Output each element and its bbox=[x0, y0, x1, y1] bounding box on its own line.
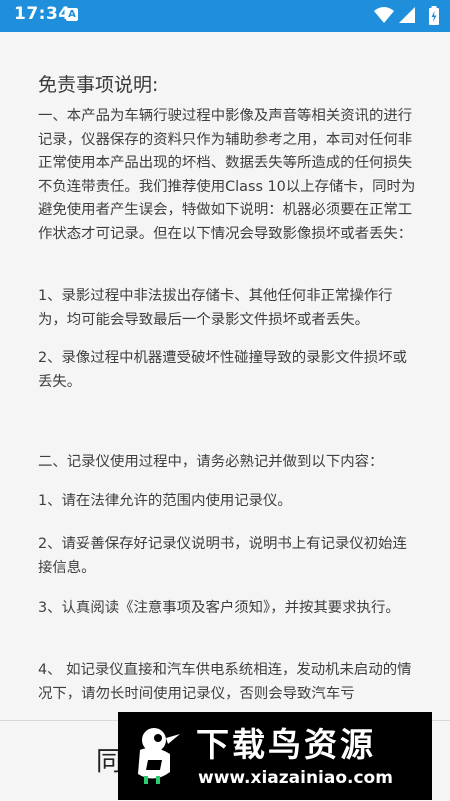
status-time: 17:34 bbox=[14, 4, 71, 24]
disclaimer-paragraph-2: 1、录影过程中非法拔出存储卡、其他任何非正常操作行为，均可能会导致最后一个录影文… bbox=[38, 288, 393, 328]
status-bar: 17:34 A bbox=[0, 0, 450, 32]
bird-logo-icon bbox=[138, 728, 180, 784]
disclaimer-paragraph-4: 二、记录仪使用过程中，请务必熟记并做到以下内容： bbox=[38, 454, 384, 470]
wifi-icon bbox=[374, 7, 394, 23]
disclaimer-paragraph-6: 2、请妥善保存好记录仪说明书，说明书上有记录仪初始连接信息。 bbox=[38, 536, 407, 576]
watermark-url: www.xiazainiao.com bbox=[198, 768, 393, 788]
disclaimer-paragraph-1: 一、本产品为车辆行驶过程中影像及声音等相关资讯的进行记录，仪器保存的资料只作为辅… bbox=[38, 108, 416, 242]
disclaimer-paragraph-3: 2、录像过程中机器遭受破坏性碰撞导致的录影文件损坏或丢失。 bbox=[38, 350, 407, 390]
disclaimer-paragraph-5: 1、请在法律允许的范围内使用记录仪。 bbox=[38, 493, 292, 509]
battery-icon bbox=[429, 6, 439, 25]
disclaimer-paragraph-8: 4、 如记录仪直接和汽车供电系统相连，发动机未启动的情况下，请勿长时间使用记录仪… bbox=[38, 662, 412, 702]
watermark-banner: 下载鸟资源 www.xiazainiao.com bbox=[118, 712, 432, 800]
notification-a-icon: A bbox=[66, 8, 78, 21]
disclaimer-paragraph-7: 3、认真阅读《注意事项及客户须知》，并按其要求执行。 bbox=[38, 600, 400, 616]
signal-icon bbox=[399, 7, 415, 23]
disclaimer-scroll-area[interactable]: 免责事项说明: 一、本产品为车辆行驶过程中影像及声音等相关资讯的进行记录，仪器保… bbox=[0, 32, 450, 720]
disclaimer-title: 免责事项说明: bbox=[38, 74, 159, 96]
watermark-title: 下载鸟资源 bbox=[196, 725, 376, 764]
